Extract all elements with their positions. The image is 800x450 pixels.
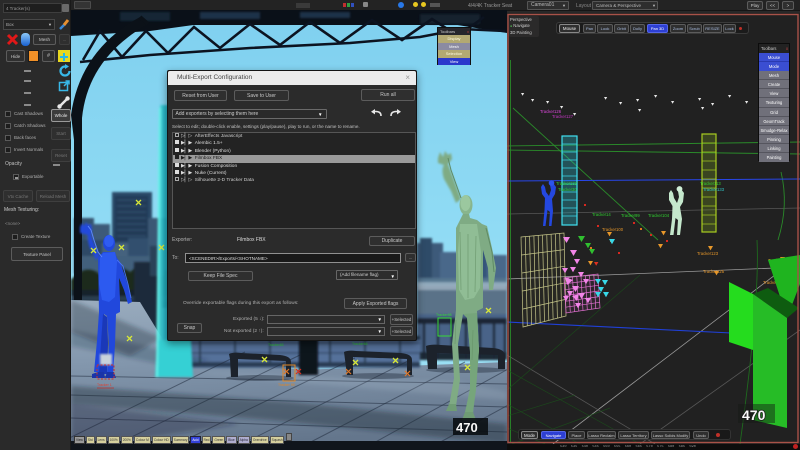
svg-text:Tracker65: Tracker65 — [268, 343, 284, 347]
svg-text:Tracker99: Tracker99 — [621, 213, 640, 218]
svg-text:470: 470 — [456, 420, 478, 435]
svg-text:Tracker127: Tracker127 — [552, 114, 574, 119]
svg-text:Tracker98: Tracker98 — [436, 313, 452, 317]
svg-text:Tracker125: Tracker125 — [703, 269, 725, 274]
svg-text:Tracker30: Tracker30 — [558, 187, 577, 192]
svg-text:Tracker132: Tracker132 — [556, 181, 578, 186]
svg-text:Tracker100: Tracker100 — [602, 227, 624, 232]
svg-text:Tracker104: Tracker104 — [648, 213, 670, 218]
svg-text:Tracker133: Tracker133 — [703, 187, 725, 192]
svg-text:470: 470 — [742, 407, 766, 423]
svg-text:Tracker123: Tracker123 — [697, 251, 719, 256]
svg-text:Tracker14: Tracker14 — [592, 212, 611, 217]
svg-text:Tracker 99: Tracker 99 — [278, 383, 295, 387]
svg-text:Tracker113: Tracker113 — [700, 181, 721, 186]
svg-text:Tracker66: Tracker66 — [352, 342, 368, 346]
svg-text:Tracker 1: Tracker 1 — [97, 383, 112, 387]
